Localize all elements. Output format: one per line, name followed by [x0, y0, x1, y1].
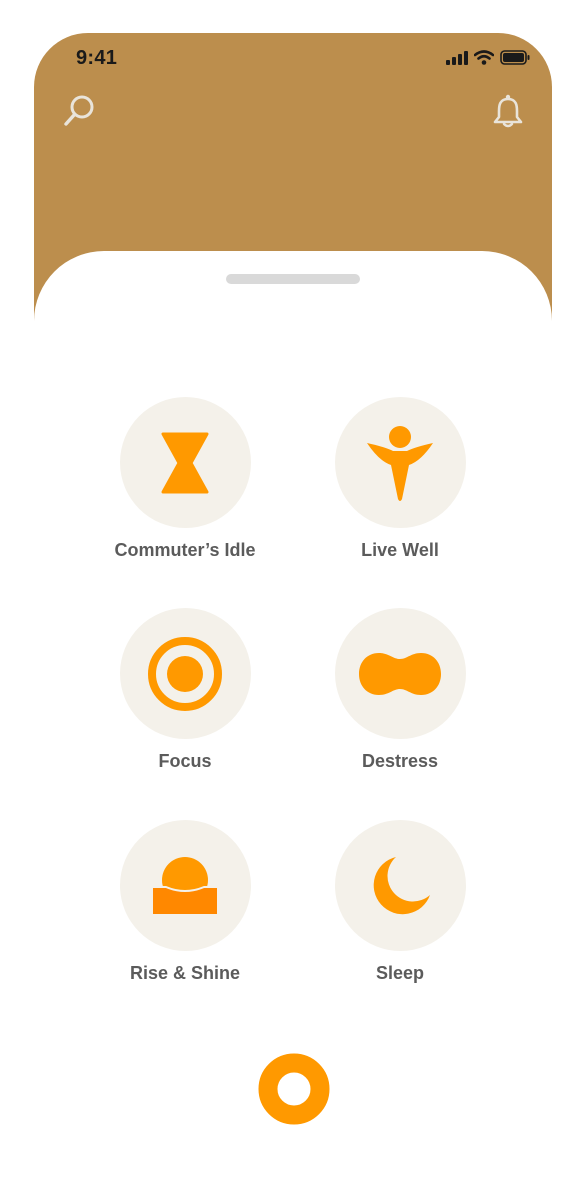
- target-icon: [148, 636, 222, 711]
- moon-icon: [373, 856, 430, 914]
- start-session-button[interactable]: [258, 1053, 330, 1125]
- category-icon-circle: [334, 397, 466, 528]
- sunrise-icon: [151, 856, 219, 916]
- category-label: Sleep: [375, 963, 425, 983]
- battery-icon: [500, 50, 530, 65]
- signal-icon: [446, 50, 468, 65]
- category-commuters-idle[interactable]: Commuter’s Idle: [90, 397, 280, 561]
- category-rise-and-shine[interactable]: Rise & Shine: [90, 820, 280, 984]
- notifications-button[interactable]: [488, 91, 528, 131]
- category-label: Focus: [158, 751, 212, 771]
- person-icon: [367, 425, 433, 501]
- bell-icon: [493, 94, 523, 128]
- category-icon-circle: [119, 608, 251, 739]
- category-icon-circle: [119, 397, 251, 528]
- category-label: Live Well: [361, 540, 439, 560]
- search-icon: [64, 95, 94, 126]
- wifi-icon: [474, 50, 494, 65]
- sheet-handle[interactable]: [226, 274, 360, 284]
- status-time: 9:41: [76, 47, 118, 69]
- status-icons: [446, 50, 530, 65]
- blob-icon: [359, 652, 441, 695]
- category-icon-circle: [119, 820, 251, 951]
- ring-icon: [258, 1053, 330, 1125]
- phone-screen: 9:41 Commuter’s Idle Live Well Focus Des…: [34, 33, 552, 1145]
- category-label: Commuter’s Idle: [114, 540, 256, 560]
- bottom-sheet: Commuter’s Idle Live Well Focus Destress…: [34, 251, 552, 1145]
- search-button[interactable]: [59, 91, 99, 131]
- category-icon-circle: [334, 820, 466, 951]
- status-bar: 9:41: [34, 33, 552, 85]
- category-label: Destress: [361, 751, 439, 771]
- hourglass-icon: [161, 432, 209, 493]
- category-live-well[interactable]: Live Well: [305, 397, 495, 561]
- category-focus[interactable]: Focus: [90, 608, 280, 772]
- category-icon-circle: [334, 608, 466, 739]
- category-destress[interactable]: Destress: [305, 608, 495, 772]
- category-label: Rise & Shine: [129, 963, 241, 983]
- category-sleep[interactable]: Sleep: [305, 820, 495, 984]
